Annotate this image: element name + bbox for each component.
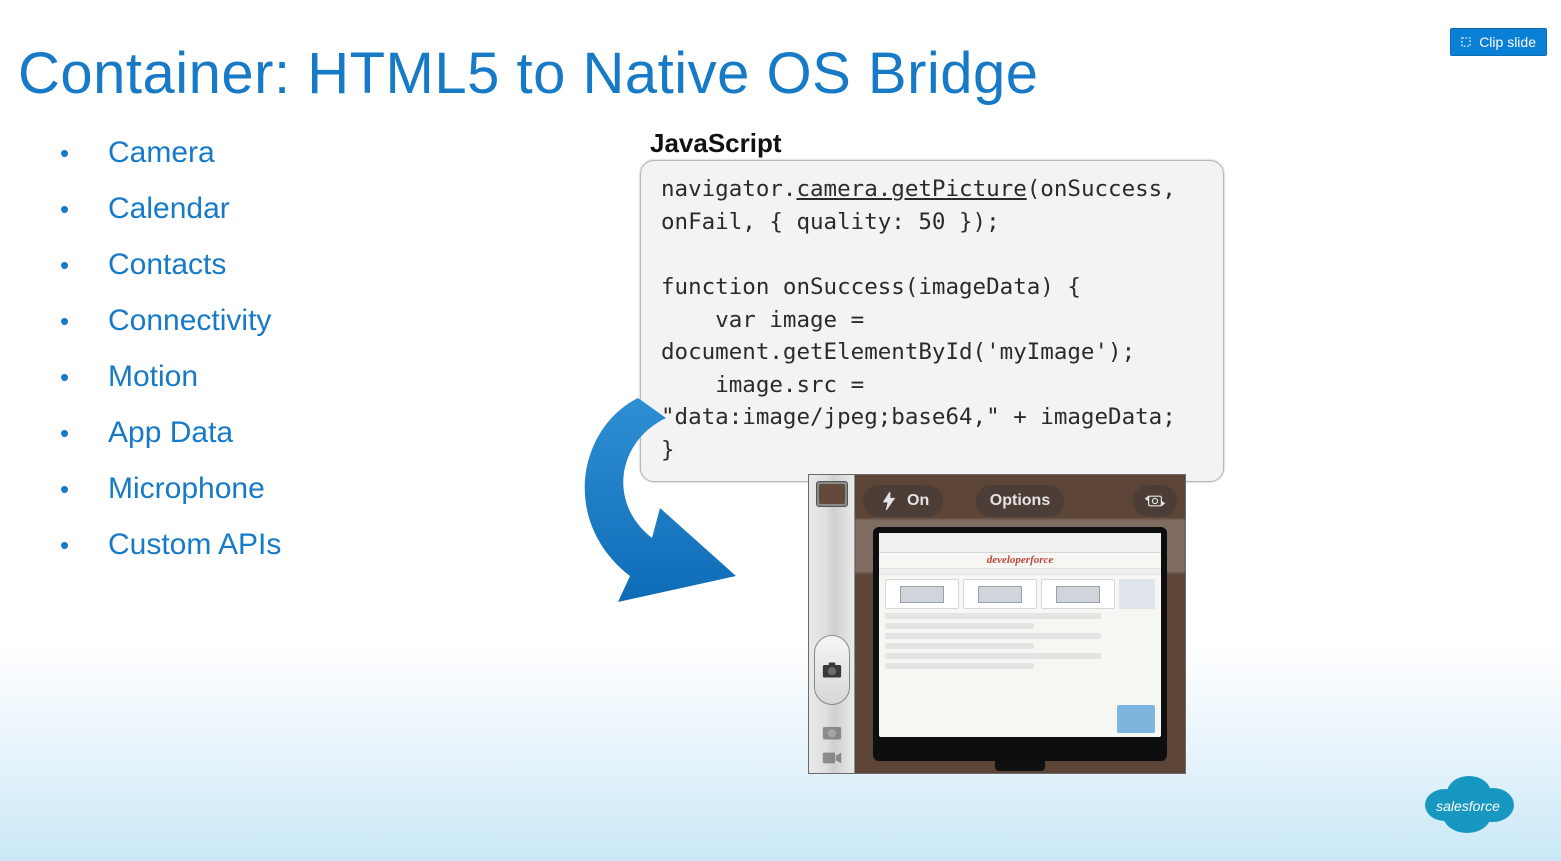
arrow-icon bbox=[560, 380, 820, 620]
flash-icon bbox=[877, 492, 901, 510]
bullet-item: Custom APIs bbox=[60, 517, 281, 573]
clip-slide-button[interactable]: Clip slide bbox=[1450, 28, 1547, 56]
bullet-item: Calendar bbox=[60, 181, 281, 237]
bullet-list: Camera Calendar Contacts Connectivity Mo… bbox=[60, 125, 281, 573]
desktop-monitor: developerforce bbox=[873, 527, 1167, 761]
bullet-item: Contacts bbox=[60, 237, 281, 293]
slide-title: Container: HTML5 to Native OS Bridge bbox=[18, 40, 1039, 107]
options-button: Options bbox=[976, 485, 1064, 517]
bullet-item: Camera bbox=[60, 125, 281, 181]
camera-mode-icons bbox=[822, 723, 842, 767]
camera-last-photo-thumb bbox=[816, 481, 848, 507]
shutter-button bbox=[814, 635, 850, 705]
bullet-item: Microphone bbox=[60, 461, 281, 517]
switch-camera-icon bbox=[1143, 492, 1167, 510]
flash-toggle: On bbox=[863, 485, 943, 517]
code-text: navigator. bbox=[661, 176, 796, 202]
video-camera-icon bbox=[822, 749, 842, 767]
camera-viewfinder: On Options developerforce bbox=[855, 475, 1185, 773]
code-link: camera.getPicture bbox=[796, 176, 1026, 202]
code-label: JavaScript bbox=[650, 128, 782, 159]
slide: Clip slide Container: HTML5 to Native OS… bbox=[0, 0, 1561, 861]
clip-icon bbox=[1459, 35, 1473, 49]
monitor-screen: developerforce bbox=[879, 533, 1161, 737]
bullet-item: Motion bbox=[60, 349, 281, 405]
still-camera-icon bbox=[822, 723, 842, 741]
camera-sidebar bbox=[809, 475, 855, 773]
webpage-header: developerforce bbox=[879, 553, 1161, 568]
bullet-item: App Data bbox=[60, 405, 281, 461]
svg-text:salesforce: salesforce bbox=[1436, 798, 1500, 814]
clip-slide-label: Clip slide bbox=[1479, 34, 1536, 50]
bullet-item: Connectivity bbox=[60, 293, 281, 349]
camera-icon bbox=[822, 661, 842, 679]
options-label: Options bbox=[990, 492, 1050, 510]
switch-camera-button bbox=[1133, 485, 1177, 517]
flash-label: On bbox=[907, 492, 929, 510]
salesforce-logo: salesforce bbox=[1415, 765, 1521, 839]
camera-app-image: On Options developerforce bbox=[808, 474, 1186, 774]
